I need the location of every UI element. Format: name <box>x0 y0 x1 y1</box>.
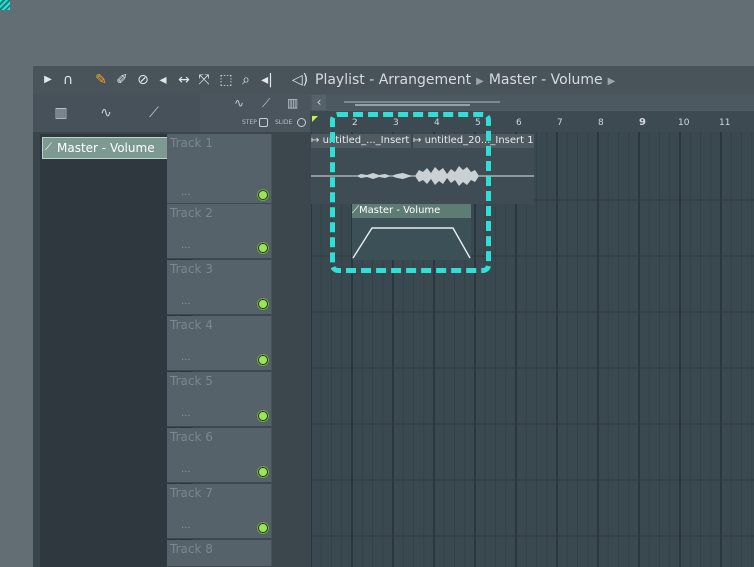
track-name: Track 2 <box>170 206 213 220</box>
track-name: Track 8 <box>170 542 213 556</box>
select-icon[interactable]: ⬚ <box>218 70 234 90</box>
track-enable-led[interactable] <box>258 243 268 253</box>
track-header[interactable]: Track 4 ... <box>167 316 272 371</box>
track-options[interactable]: ... <box>181 296 191 307</box>
bar-number: 10 <box>678 118 690 128</box>
track-name: Track 6 <box>170 430 213 444</box>
picker-tabs: ▥ ∿ ⟋ <box>33 94 200 132</box>
track-header[interactable]: Track 5 ... <box>167 372 272 427</box>
scroll-left-icon[interactable]: ‹ <box>312 95 326 110</box>
audio-icon[interactable]: ∿ <box>91 103 121 123</box>
breadcrumb-arrow-icon[interactable]: ▶ <box>608 76 616 87</box>
corner-indicator <box>0 0 10 10</box>
slice-icon[interactable]: ⤧ <box>196 70 212 90</box>
delete-icon[interactable]: ⊘ <box>135 70 151 90</box>
step-toggle[interactable] <box>259 118 268 127</box>
slip-icon[interactable]: ↔ <box>176 70 192 90</box>
track-enable-led[interactable] <box>258 411 268 421</box>
track-header[interactable]: Track 2 ... <box>167 204 272 259</box>
track-enable-led[interactable] <box>258 299 268 309</box>
playback-icon[interactable]: ◂| <box>259 70 275 90</box>
zoom-icon[interactable]: ⌕ <box>238 70 254 90</box>
track-options[interactable]: ... <box>181 464 191 475</box>
clip-icon: ↦ <box>311 135 323 146</box>
pencil-icon[interactable]: ✎ <box>93 70 109 90</box>
bar-number: 11 <box>719 118 731 128</box>
track-name: Track 5 <box>170 374 213 388</box>
scroll-thumb[interactable] <box>355 104 470 106</box>
track-name: Track 1 <box>170 136 213 150</box>
picker-list: ⟋ Master - Volume <box>40 134 177 567</box>
track-enable-led[interactable] <box>258 355 268 365</box>
piano-roll-icon[interactable]: ▥ <box>46 103 76 123</box>
speaker-icon[interactable]: ◁) <box>291 70 309 90</box>
track-options[interactable]: ... <box>181 187 191 198</box>
automation-icon[interactable]: ⟋ <box>139 103 169 123</box>
step-label: STEP <box>242 119 257 126</box>
track-header[interactable]: Track 1 ... <box>167 134 272 204</box>
track-header[interactable]: Track 7 ... <box>167 484 272 539</box>
breadcrumb-separator-icon: ▶ <box>476 76 484 87</box>
bar-number: 7 <box>557 118 563 128</box>
breadcrumb: Playlist - Arrangement ▶ Master - Volume ▶ <box>315 70 620 90</box>
tracks-header: ∿ ⟋ ▥ STEP SLIDE <box>200 94 310 132</box>
picker-item-master-volume[interactable]: ⟋ Master - Volume <box>42 137 175 159</box>
bar-number: 8 <box>598 118 604 128</box>
track-options[interactable]: ... <box>181 240 191 251</box>
piano-keys-icon[interactable]: ▥ <box>287 96 298 110</box>
track-options[interactable]: ... <box>181 520 191 531</box>
breadcrumb-playlist[interactable]: Playlist - Arrangement <box>315 72 471 88</box>
bar-number: 9 <box>639 117 646 128</box>
song-start-marker-icon[interactable] <box>312 116 318 122</box>
track-enable-led[interactable] <box>258 467 268 477</box>
track-name: Track 4 <box>170 318 213 332</box>
bar-number: 6 <box>516 118 522 128</box>
breadcrumb-pattern[interactable]: Master - Volume <box>489 72 603 88</box>
slide-label: SLIDE <box>275 119 293 126</box>
track-header[interactable]: Track 6 ... <box>167 428 272 483</box>
horizontal-scrollbar[interactable]: ‹ <box>310 94 754 111</box>
paint-icon[interactable]: ✐ <box>114 70 130 90</box>
slide-toggle[interactable] <box>297 118 306 127</box>
mute-icon[interactable]: ◂ <box>155 70 171 90</box>
toolbar: ▶ ∩ ✎ ✐ ⊘ ◂ ↔ ⤧ ⬚ ⌕ ◂| ◁) Playlist - Arr… <box>33 66 754 94</box>
highlight-box <box>330 112 491 273</box>
picker-item-label: Master - Volume <box>57 141 155 155</box>
track-options[interactable]: ... <box>181 408 191 419</box>
scroll-track <box>344 101 500 103</box>
track-name: Track 7 <box>170 486 213 500</box>
track-enable-led[interactable] <box>258 190 268 200</box>
track-header[interactable]: Track 8 <box>167 540 272 567</box>
audio-wave-icon[interactable]: ∿ <box>234 96 244 110</box>
automation-clip-icon: ⟋ <box>45 142 52 153</box>
automation-curve-icon[interactable]: ⟋ <box>262 96 270 111</box>
track-name: Track 3 <box>170 262 213 276</box>
track-header[interactable]: Track 3 ... <box>167 260 272 315</box>
play-menu-icon[interactable]: ▶ <box>43 70 53 90</box>
magnet-icon[interactable]: ∩ <box>60 70 76 90</box>
track-options[interactable]: ... <box>181 352 191 363</box>
track-enable-led[interactable] <box>258 523 268 533</box>
